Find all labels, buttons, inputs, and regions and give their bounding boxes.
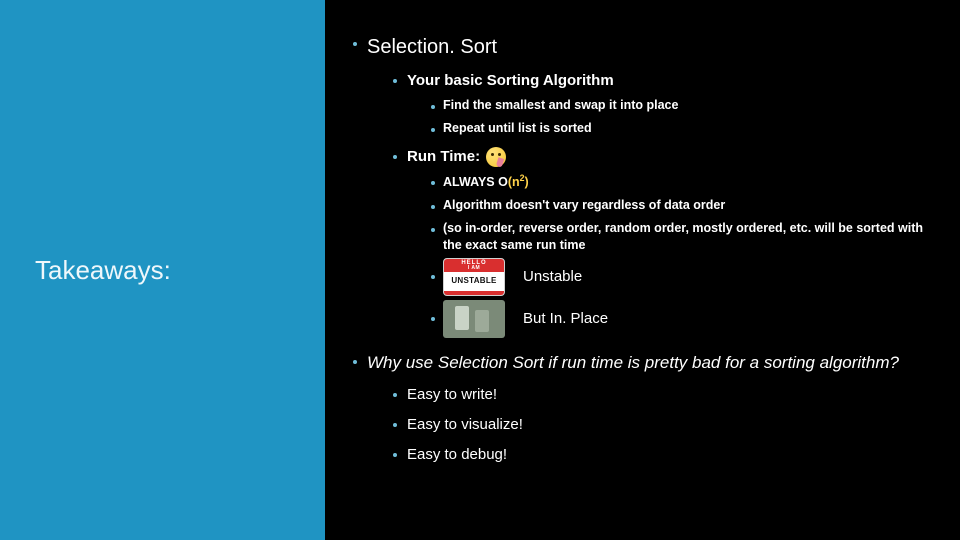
label-unstable: Unstable [523, 267, 582, 287]
bullet-icon [393, 79, 397, 83]
text-runtime: Run Time: [407, 147, 480, 167]
on2-prefix: ALWAYS O [443, 175, 508, 189]
inplace-image [443, 300, 505, 338]
bullet-unstable: HELLOI AM UNSTABLE Unstable [431, 258, 940, 296]
hello-unstable-sticker: HELLOI AM UNSTABLE [443, 258, 505, 296]
bullet-icon [431, 317, 435, 321]
bullet-icon [353, 42, 357, 46]
text-find-smallest: Find the smallest and swap it into place [443, 97, 678, 114]
bullet-basic-algo: Your basic Sorting Algorithm [393, 71, 940, 91]
text-easy-visualize: Easy to visualize! [407, 415, 523, 435]
bullet-icon [431, 275, 435, 279]
bullet-always-on2: ALWAYS O(n2) [431, 173, 940, 191]
bullet-icon [353, 360, 357, 364]
bullet-icon [431, 128, 435, 132]
bullet-repeat: Repeat until list is sorted [431, 120, 940, 137]
text-repeat: Repeat until list is sorted [443, 120, 592, 137]
bullet-icon [393, 393, 397, 397]
sidebar-title: Takeaways: [35, 255, 171, 286]
heading-why-use: Why use Selection Sort if run time is pr… [367, 352, 899, 375]
bullet-why-use: Why use Selection Sort if run time is pr… [353, 352, 940, 375]
bullet-icon [431, 228, 435, 232]
on2-highlight: (n2) [508, 175, 529, 189]
text-no-vary: Algorithm doesn't vary regardless of dat… [443, 197, 725, 214]
text-same-runtime: (so in-order, reverse order, random orde… [443, 220, 940, 254]
heading-selectionsort: Selection. Sort [367, 34, 497, 61]
label-inplace: But In. Place [523, 309, 608, 329]
bullet-easy-write: Easy to write! [393, 385, 940, 405]
text-easy-debug: Easy to debug! [407, 445, 507, 465]
text-basic-algo: Your basic Sorting Algorithm [407, 71, 614, 91]
bullet-inplace: But In. Place [431, 300, 940, 338]
bullet-no-vary: Algorithm doesn't vary regardless of dat… [431, 197, 940, 214]
sick-face-icon [486, 147, 506, 167]
bullet-selectionsort: Selection. Sort [353, 34, 940, 61]
bullet-same-runtime: (so in-order, reverse order, random orde… [431, 220, 940, 254]
slide: Takeaways: Selection. Sort Your basic So… [0, 0, 960, 540]
text-always-on2: ALWAYS O(n2) [443, 173, 529, 191]
bullet-icon [431, 105, 435, 109]
bullet-icon [393, 453, 397, 457]
bullet-icon [431, 205, 435, 209]
bullet-find-smallest: Find the smallest and swap it into place [431, 97, 940, 114]
bullet-easy-debug: Easy to debug! [393, 445, 940, 465]
bullet-icon [393, 155, 397, 159]
text-easy-write: Easy to write! [407, 385, 497, 405]
content-area: Selection. Sort Your basic Sorting Algor… [325, 0, 960, 540]
bullet-icon [431, 181, 435, 185]
bullet-runtime: Run Time: [393, 147, 940, 167]
bullet-icon [393, 423, 397, 427]
sidebar: Takeaways: [0, 0, 325, 540]
bullet-easy-visualize: Easy to visualize! [393, 415, 940, 435]
